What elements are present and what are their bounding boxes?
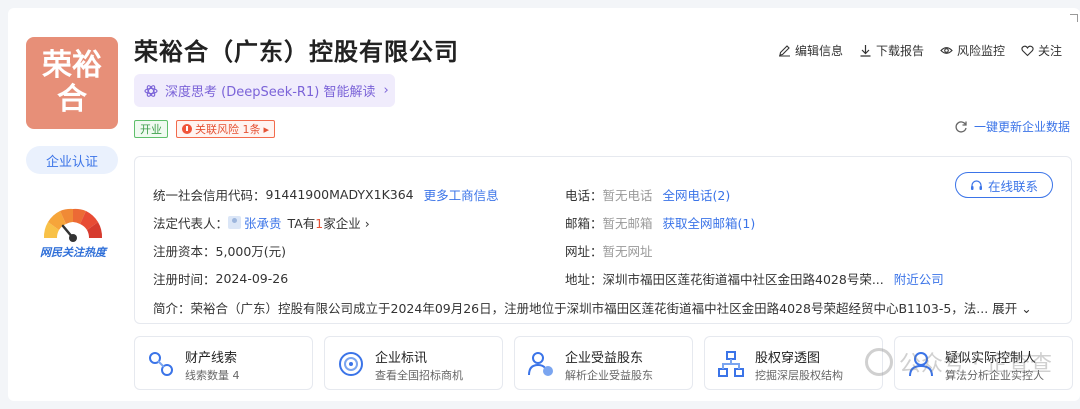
- email-row: 邮箱： 暂无邮箱 获取全网邮箱(1): [565, 213, 755, 232]
- feature-title: 疑似实际控制人: [945, 351, 1037, 366]
- deepseek-label: 深度思考 (DeepSeek-R1) 智能解读: [165, 85, 376, 100]
- refresh-icon: [955, 120, 967, 133]
- follow-label: 关注: [1037, 44, 1062, 58]
- person-icon: [228, 216, 242, 229]
- website-row: 网址： 暂无网址: [565, 241, 653, 260]
- shareholder-icon: [528, 352, 553, 376]
- feature-title: 股权穿透图: [755, 351, 821, 366]
- gauge-icon: [43, 208, 103, 242]
- download-label: 下载报告: [875, 44, 924, 58]
- corner-mark: [1070, 14, 1078, 22]
- online-contact-button[interactable]: 在线联系: [955, 172, 1053, 198]
- capital-value: 5,000万(元): [215, 244, 287, 259]
- feature-title: 财产线索: [185, 351, 238, 366]
- equity-icon: [718, 351, 744, 377]
- company-logo: 荣裕合: [26, 37, 118, 129]
- feature-title: 企业标讯: [375, 351, 428, 366]
- feature-subtitle: 线索数量 4: [185, 369, 240, 382]
- heat-label: 网民关注热度: [40, 246, 106, 259]
- chevron-right-icon: ›: [383, 83, 389, 98]
- feature-subtitle: 挖掘深层股权结构: [755, 369, 843, 382]
- intro-row: 简介： 荣裕合（广东）控股有限公司成立于2024年09月26日，注册地位于深圳市…: [153, 298, 1055, 317]
- feature-card-bidding[interactable]: 企业标讯 查看全国招标商机: [324, 336, 503, 390]
- edit-info-button[interactable]: 编辑信息: [778, 42, 843, 59]
- controller-icon: [909, 352, 933, 377]
- header-actions: 编辑信息 下载报告 风险监控 关注: [778, 42, 1062, 59]
- reg-time-label: 注册时间：: [153, 272, 216, 287]
- legal-rep-companies[interactable]: TA有1家企业 ›: [288, 213, 370, 232]
- credit-code-value: 91441900MADYX1K364: [265, 187, 414, 202]
- website-label: 网址：: [565, 244, 603, 259]
- capital-label: 注册资本：: [153, 244, 216, 259]
- download-icon: [860, 45, 871, 57]
- risk-badge[interactable]: 关联风险 1条 ▸: [176, 120, 276, 138]
- contact-label: 在线联系: [987, 178, 1038, 194]
- bidding-icon: [339, 352, 363, 376]
- eye-icon: [940, 47, 953, 54]
- attention-heat-gauge[interactable]: 网民关注热度: [34, 194, 112, 264]
- phone-value: 暂无电话: [602, 188, 653, 203]
- legal-rep-row: 法定代表人： 张承贵 TA有1家企业 ›: [153, 213, 370, 232]
- expand-label: 展开: [992, 301, 1018, 316]
- refresh-label: 一键更新企业数据: [973, 120, 1070, 134]
- feature-subtitle: 查看全国招标商机: [375, 369, 463, 382]
- feature-subtitle: 解析企业受益股东: [565, 369, 653, 382]
- deepseek-interpret-button[interactable]: 深度思考 (DeepSeek-R1) 智能解读 ›: [134, 74, 395, 107]
- risk-monitor-button[interactable]: 风险监控: [940, 42, 1005, 59]
- legal-rep-label: 法定代表人：: [153, 216, 229, 231]
- atom-icon: [144, 84, 158, 97]
- website-value: 暂无网址: [602, 244, 653, 259]
- refresh-data-button[interactable]: 一键更新企业数据: [954, 118, 1070, 135]
- caret-right-icon: ▸: [263, 122, 270, 136]
- company-header-card: 荣裕合 企业认证 网民关注热度 荣裕合（广东）控股有限公司 深度思考 (Deep…: [8, 8, 1080, 401]
- phone-label: 电话：: [565, 188, 603, 203]
- intro-text: 荣裕合（广东）控股有限公司成立于2024年09月26日，注册地位于深圳市福田区莲…: [190, 301, 989, 316]
- expand-button[interactable]: 展开 ⌄: [992, 298, 1031, 317]
- reg-time-row: 注册时间： 2024-09-26: [153, 269, 288, 288]
- warning-icon: [182, 124, 192, 134]
- feature-subtitle: 算法分析企业实控人: [945, 369, 1044, 382]
- phone-link[interactable]: 全网电话(2): [663, 185, 731, 204]
- email-label: 邮箱：: [565, 216, 603, 231]
- feature-title: 企业受益股东: [565, 351, 644, 366]
- monitor-label: 风险监控: [956, 44, 1005, 58]
- follow-button[interactable]: 关注: [1021, 42, 1062, 59]
- credit-code-label: 统一社会信用代码：: [153, 188, 266, 203]
- reg-time-value: 2024-09-26: [215, 271, 289, 286]
- email-link[interactable]: 获取全网邮箱(1): [663, 213, 756, 232]
- business-info-panel: 统一社会信用代码： 91441900MADYX1K364 更多工商信息 法定代表…: [134, 156, 1072, 324]
- capital-row: 注册资本： 5,000万(元): [153, 241, 286, 260]
- feature-cards: 财产线索 线索数量 4 企业标讯 查看全国招标商机 企业受益股东 解析企业受益股…: [134, 336, 1073, 390]
- address-value: 深圳市福田区莲花街道福中社区金田路4028号荣...: [602, 272, 884, 287]
- edit-label: 编辑信息: [794, 44, 843, 58]
- headset-icon: [970, 179, 982, 190]
- credit-code-row: 统一社会信用代码： 91441900MADYX1K364 更多工商信息: [153, 185, 499, 204]
- phone-row: 电话： 暂无电话 全网电话(2): [565, 185, 730, 204]
- feature-card-controller[interactable]: 疑似实际控制人 算法分析企业实控人: [894, 336, 1073, 390]
- feature-card-property[interactable]: 财产线索 线索数量 4: [134, 336, 313, 390]
- feature-card-shareholder[interactable]: 企业受益股东 解析企业受益股东: [514, 336, 693, 390]
- email-value: 暂无邮箱: [602, 216, 653, 231]
- heart-icon: [1021, 45, 1034, 57]
- address-row: 地址： 深圳市福田区莲花街道福中社区金田路4028号荣... 附近公司: [565, 269, 944, 288]
- risk-label: 关联风险 1条: [195, 123, 261, 136]
- download-report-button[interactable]: 下载报告: [859, 42, 924, 59]
- status-badge: 开业: [134, 120, 168, 138]
- feature-card-equity[interactable]: 股权穿透图 挖掘深层股权结构: [704, 336, 883, 390]
- certification-button[interactable]: 企业认证: [26, 146, 118, 174]
- nearby-companies-link[interactable]: 附近公司: [894, 269, 944, 288]
- property-icon: [149, 352, 173, 376]
- companies-prefix: TA有: [287, 216, 316, 231]
- legal-rep-name[interactable]: 张承贵: [244, 213, 282, 232]
- address-label: 地址：: [565, 272, 603, 287]
- companies-count: 1: [315, 216, 324, 231]
- status-tags: 开业 关联风险 1条 ▸: [134, 120, 276, 138]
- companies-suffix: 家企业: [323, 216, 361, 231]
- company-name: 荣裕合（广东）控股有限公司: [134, 38, 459, 66]
- edit-icon: [778, 45, 790, 57]
- intro-label: 简介：: [153, 301, 191, 316]
- more-business-link[interactable]: 更多工商信息: [424, 185, 499, 204]
